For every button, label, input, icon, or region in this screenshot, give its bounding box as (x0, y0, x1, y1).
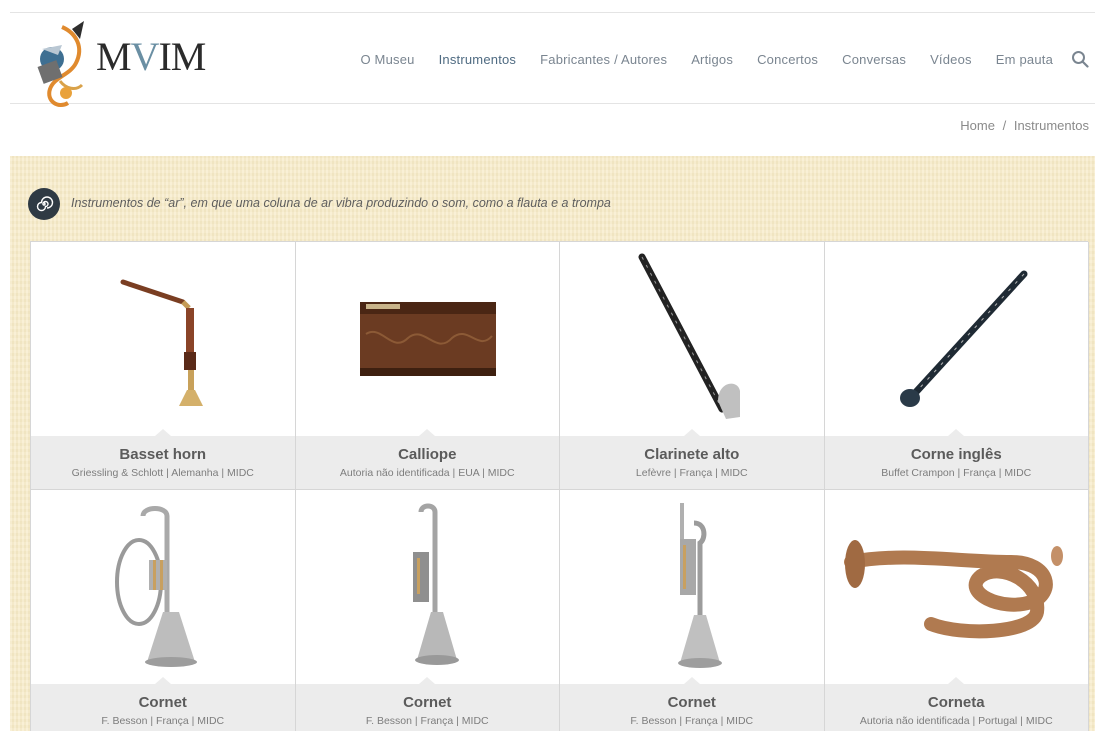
instrument-meta: Lefèvre | França | MIDC (635, 467, 748, 479)
page: MVIM O Museu Instrumentos Fabricantes / … (0, 0, 1095, 731)
instrument-meta: Autoria não identificada | EUA | MIDC (339, 467, 515, 479)
instrument-card[interactable]: Cornet F. Besson | França | MIDC (295, 490, 560, 731)
nav-item-fabricantes-autores[interactable]: Fabricantes / Autores (540, 52, 667, 67)
site-header: MVIM O Museu Instrumentos Fabricantes / … (10, 12, 1095, 108)
instrument-card[interactable]: Cornet F. Besson | França | MIDC (31, 490, 296, 731)
instrument-name[interactable]: Corne inglês (825, 446, 1089, 464)
nav-item-em-pauta[interactable]: Em pauta (996, 52, 1053, 67)
instrument-card[interactable]: Cornet F. Besson | França | MIDC (560, 490, 825, 731)
card-caption: Basset horn Griessling & Schlott | Alema… (31, 429, 295, 489)
instrument-meta: F. Besson | França | MIDC (630, 715, 754, 727)
instrument-grid: Basset horn Griessling & Schlott | Alema… (30, 241, 1089, 731)
breadcrumb-separator: / (1002, 118, 1007, 133)
spiral-icon (28, 188, 60, 220)
nav-item-videos[interactable]: Vídeos (930, 52, 972, 67)
breadcrumb: Home / Instrumentos (960, 118, 1089, 133)
instrument-card[interactable]: Corneta Autoria não identificada | Portu… (824, 490, 1089, 731)
category-description: Instrumentos de “ar”, em que uma coluna … (71, 196, 611, 210)
nav-item-artigos[interactable]: Artigos (691, 52, 733, 67)
card-caption: Cornet F. Besson | França | MIDC (560, 677, 824, 731)
instrument-card[interactable]: Basset horn Griessling & Schlott | Alema… (31, 242, 296, 490)
instrument-name[interactable]: Cornet (560, 694, 824, 712)
nav-item-o-museu[interactable]: O Museu (360, 52, 414, 67)
instrument-meta: Griessling & Schlott | Alemanha | MIDC (71, 467, 254, 479)
cornet-image (296, 490, 560, 684)
breadcrumb-current: Instrumentos (1013, 118, 1089, 133)
cornet-image (31, 490, 295, 684)
card-caption: Calliope Autoria não identificada | EUA … (295, 429, 560, 489)
search-icon[interactable] (1071, 50, 1089, 68)
instrument-meta: F. Besson | França | MIDC (365, 715, 489, 727)
instrument-name[interactable]: Basset horn (31, 446, 295, 464)
instrument-name[interactable]: Cornet (296, 694, 560, 712)
nav-item-instrumentos[interactable]: Instrumentos (439, 52, 517, 67)
nav-item-concertos[interactable]: Concertos (757, 52, 818, 67)
card-caption: Cornet F. Besson | França | MIDC (31, 677, 295, 731)
logo-emblem-icon (37, 21, 84, 108)
instrument-meta: Autoria não identificada | Portugal | MI… (859, 715, 1053, 727)
english-horn-image (825, 242, 1089, 436)
breadcrumb-home[interactable]: Home (960, 118, 995, 133)
instrument-card[interactable]: Corne inglês Buffet Crampon | França | M… (824, 242, 1089, 490)
nav-item-conversas[interactable]: Conversas (842, 52, 906, 67)
card-caption: Corne inglês Buffet Crampon | França | M… (824, 429, 1089, 489)
cornet-image (560, 490, 824, 684)
logo-wordmark: MVIM (96, 34, 206, 79)
instrument-category-section: Instrumentos de “ar”, em que uma coluna … (10, 156, 1095, 731)
calliope-image (296, 242, 560, 436)
alto-clarinet-image (560, 242, 824, 436)
card-caption: Cornet F. Besson | França | MIDC (295, 677, 560, 731)
basset-horn-image (31, 242, 295, 436)
corneta-image (825, 490, 1089, 684)
card-caption: Clarinete alto Lefèvre | França | MIDC (560, 429, 824, 489)
instrument-card[interactable]: Clarinete alto Lefèvre | França | MIDC (560, 242, 825, 490)
instrument-name[interactable]: Corneta (825, 694, 1089, 712)
main-nav: O Museu Instrumentos Fabricantes / Autor… (360, 13, 1053, 105)
instrument-name[interactable]: Cornet (31, 694, 295, 712)
instrument-meta: F. Besson | França | MIDC (101, 715, 225, 727)
instrument-meta: Buffet Crampon | França | MIDC (881, 467, 1032, 479)
site-logo[interactable]: MVIM (32, 19, 222, 115)
instrument-name[interactable]: Calliope (296, 446, 560, 464)
instrument-name[interactable]: Clarinete alto (560, 446, 824, 464)
card-caption: Corneta Autoria não identificada | Portu… (824, 677, 1089, 731)
instrument-card[interactable]: Calliope Autoria não identificada | EUA … (295, 242, 560, 490)
